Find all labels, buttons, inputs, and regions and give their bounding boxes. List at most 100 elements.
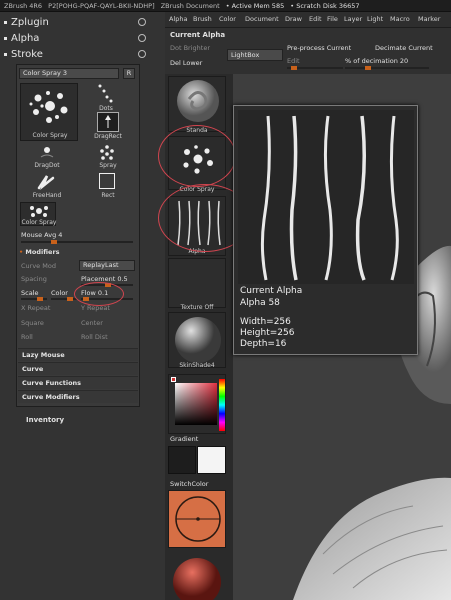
color-spray-small-icon[interactable]: Color Spray bbox=[20, 202, 56, 226]
lazy-mouse-section[interactable]: Lazy Mouse bbox=[18, 348, 138, 361]
rect-stroke-icon[interactable] bbox=[99, 173, 115, 189]
red-sphere-icon bbox=[173, 558, 221, 600]
curve-modifiers-section[interactable]: Curve Modifiers bbox=[18, 390, 138, 403]
menu-document[interactable]: Document bbox=[245, 15, 279, 23]
reset-button[interactable]: R bbox=[123, 68, 135, 79]
rect-label: Rect bbox=[101, 192, 115, 199]
menu-marker[interactable]: Marker bbox=[418, 15, 440, 23]
switch-color-button[interactable]: SwitchColor bbox=[170, 480, 208, 488]
dots-label: Dots bbox=[99, 105, 113, 112]
material-thumbnail[interactable] bbox=[168, 312, 226, 368]
pin-icon[interactable] bbox=[138, 34, 146, 42]
menu-macro[interactable]: Macro bbox=[390, 15, 410, 23]
alpha-preview bbox=[238, 110, 414, 284]
color-swatch-icon bbox=[171, 377, 176, 382]
popup-depth: Depth=16 bbox=[240, 339, 287, 349]
document-name: ZBrush Document bbox=[160, 2, 220, 10]
bullet-icon bbox=[4, 20, 7, 24]
menu-bar: Alpha Brush Color Document Draw Edit Fil… bbox=[165, 12, 451, 28]
texture-thumbnail[interactable] bbox=[168, 258, 226, 308]
menu-light[interactable]: Light bbox=[367, 15, 383, 23]
dragrect-stroke-icon[interactable] bbox=[97, 112, 119, 132]
scale-track[interactable] bbox=[21, 297, 47, 301]
curve-functions-section[interactable]: Curve Functions bbox=[18, 376, 138, 389]
menu-draw[interactable]: Draw bbox=[285, 15, 302, 23]
color-field[interactable] bbox=[175, 383, 217, 425]
dragdot-label: DragDot bbox=[34, 162, 60, 169]
modifiers-header[interactable]: • Modifiers bbox=[19, 248, 60, 256]
menu-layer[interactable]: Layer bbox=[344, 15, 362, 23]
flow-annotation-circle bbox=[74, 282, 124, 306]
preprocess-current-button[interactable]: Pre-process Current bbox=[287, 44, 351, 52]
spacing-slider[interactable]: Spacing bbox=[21, 275, 47, 283]
pin-icon[interactable] bbox=[138, 18, 146, 26]
current-stroke-thumbnail[interactable]: Color Spray bbox=[20, 83, 78, 141]
edit-button[interactable]: Edit bbox=[287, 57, 300, 65]
shelf-column: Standa Color Spray Alpha Texture Off Ski… bbox=[165, 12, 233, 600]
current-alpha-title: Current Alpha bbox=[170, 31, 226, 39]
freehand-label: FreeHand bbox=[32, 192, 62, 199]
replay-last-button[interactable]: ReplayLast bbox=[79, 260, 135, 271]
dragdot-stroke-icon[interactable] bbox=[37, 143, 57, 161]
app-name: ZBrush 4R6 bbox=[4, 2, 43, 10]
brush-circle-icon bbox=[175, 496, 221, 542]
lightbox-button[interactable]: LightBox bbox=[227, 49, 283, 61]
bullet-icon bbox=[4, 36, 7, 40]
stroke-thumb-label: Color Spray bbox=[32, 132, 68, 139]
stroke-panel: Color Spray 3 R Color Spray Dots DragRec… bbox=[16, 64, 140, 407]
del-lower-button[interactable]: Del Lower bbox=[170, 59, 202, 67]
decimate-current-button[interactable]: Decimate Current bbox=[375, 44, 433, 52]
inventory-label[interactable]: Inventory bbox=[26, 416, 64, 424]
curve-section[interactable]: Curve bbox=[18, 362, 138, 375]
roll-dist-slider[interactable]: Roll Dist bbox=[81, 333, 108, 341]
spray-label: Spray bbox=[99, 162, 117, 169]
serial-text: P2[POHG-PQAF-QAYL-BKII-NDHP] bbox=[48, 2, 155, 10]
palette-alpha[interactable]: Alpha bbox=[4, 31, 150, 46]
brush-thumbnail[interactable] bbox=[168, 76, 226, 132]
dots-stroke-icon[interactable] bbox=[95, 83, 115, 105]
menu-edit[interactable]: Edit bbox=[309, 15, 322, 23]
color-track[interactable] bbox=[51, 297, 77, 301]
bullet-icon bbox=[4, 52, 7, 56]
freehand-stroke-icon[interactable] bbox=[35, 172, 59, 192]
curve-mod-button[interactable]: Curve Mod bbox=[21, 262, 56, 270]
spray-stroke-icon[interactable] bbox=[97, 143, 117, 161]
scratch-disk: • Scratch Disk 36657 bbox=[290, 2, 360, 10]
main-color-swatch[interactable] bbox=[197, 446, 226, 474]
hue-strip[interactable] bbox=[219, 379, 225, 431]
color-slider[interactable]: Color bbox=[51, 289, 68, 297]
alpha-palette-strip: Current Alpha Dot Brighter Del Lower Lig… bbox=[165, 28, 451, 74]
popup-title: Current Alpha bbox=[240, 286, 303, 296]
current-alpha-tooltip: Current Alpha Alpha 58 Width=256 Height=… bbox=[233, 105, 418, 355]
palette-stroke[interactable]: Stroke bbox=[4, 47, 150, 62]
scale-slider[interactable]: Scale bbox=[21, 289, 39, 297]
draw-size-widget[interactable] bbox=[168, 490, 226, 548]
popup-alpha-name: Alpha 58 bbox=[240, 298, 280, 308]
material-sphere-icon bbox=[175, 317, 221, 363]
mouse-avg-slider[interactable]: Mouse Avg 4 bbox=[21, 231, 62, 239]
menu-alpha[interactable]: Alpha bbox=[169, 15, 187, 23]
square-slider[interactable]: Square bbox=[21, 319, 44, 327]
dot-brighter-button[interactable]: Dot Brighter bbox=[170, 44, 210, 52]
menu-brush[interactable]: Brush bbox=[193, 15, 212, 23]
dragrect-label: DragRect bbox=[94, 133, 122, 140]
sphere-preview[interactable] bbox=[168, 552, 226, 600]
decimation-slider[interactable]: % of decimation 20 bbox=[345, 57, 408, 65]
pin-icon[interactable] bbox=[138, 50, 146, 58]
menu-color[interactable]: Color bbox=[219, 15, 236, 23]
material-label: SkinShade4 bbox=[179, 362, 215, 369]
x-repeat-slider[interactable]: X Repeat bbox=[21, 304, 50, 312]
gradient-label[interactable]: Gradient bbox=[170, 435, 198, 443]
current-stroke-name[interactable]: Color Spray 3 bbox=[19, 68, 119, 79]
color-picker[interactable] bbox=[168, 374, 226, 434]
popup-height: Height=256 bbox=[240, 328, 295, 338]
texture-label: Texture Off bbox=[180, 304, 214, 311]
decimation-track[interactable] bbox=[345, 66, 429, 70]
center-slider[interactable]: Center bbox=[81, 319, 103, 327]
secondary-color-swatch[interactable] bbox=[168, 446, 196, 474]
edit-track[interactable] bbox=[287, 66, 343, 70]
menu-file[interactable]: File bbox=[327, 15, 338, 23]
roll-button[interactable]: Roll bbox=[21, 333, 33, 341]
mouse-avg-track[interactable] bbox=[21, 240, 133, 244]
palette-zplugin[interactable]: Zplugin bbox=[4, 15, 150, 30]
